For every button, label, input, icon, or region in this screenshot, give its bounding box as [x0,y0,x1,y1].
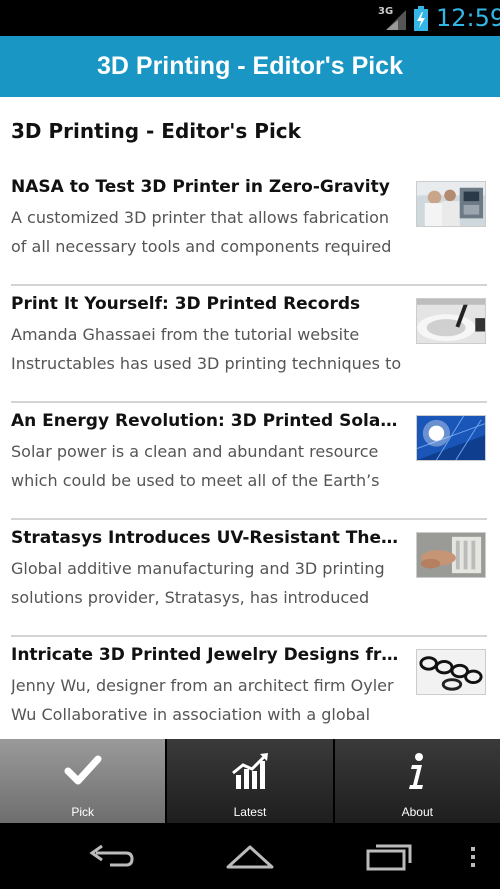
lab-photo-icon [416,181,486,227]
solar-panel-photo-icon [416,415,486,461]
article-description: Global additive manufacturing and 3D pri… [11,559,385,607]
article-title: An Energy Revolution: 3D Printed Solar P… [11,411,403,431]
section-title: 3D Printing - Editor's Pick [11,119,301,143]
info-icon [409,753,424,789]
checkmark-icon [64,755,102,785]
article-description: Amanda Ghassaei from the tutorial websit… [11,325,402,373]
content-area[interactable]: 3D Printing - Editor's Pick NASA to Test… [0,97,500,739]
system-nav-bar [0,823,500,889]
tab-label: Pick [71,805,94,819]
list-item[interactable]: Stratasys Introduces UV-Resistant Thermo… [0,520,500,637]
status-bar: 3G 12:59 [0,0,500,36]
article-title: Print It Yourself: 3D Printed Records [11,294,361,314]
clock: 12:59 [436,4,500,32]
jewelry-photo-icon [416,649,486,695]
list-item[interactable]: Intricate 3D Printed Jewelry Designs fro… [0,637,500,739]
article-description: A customized 3D printer that allows fabr… [11,208,392,256]
article-description: Solar power is a clean and abundant reso… [11,442,380,490]
bottom-tab-bar: Pick Latest About [0,739,500,823]
record-player-photo-icon [416,298,486,344]
printed-part-photo-icon [416,532,486,578]
tab-label: About [401,805,433,819]
article-title: Intricate 3D Printed Jewelry Designs fro… [11,645,403,665]
action-bar: 3D Printing - Editor's Pick [0,36,500,97]
home-icon[interactable] [224,841,276,871]
signal-icon [386,10,406,30]
tab-pick[interactable]: Pick [0,739,168,823]
recent-apps-icon[interactable] [364,841,416,871]
article-list[interactable]: NASA to Test 3D Printer in Zero-Gravity … [0,169,500,739]
list-item[interactable]: An Energy Revolution: 3D Printed Solar P… [0,403,500,520]
tab-latest[interactable]: Latest [167,739,335,823]
app-title: 3D Printing - Editor's Pick [97,52,403,80]
battery-charging-icon [414,6,428,31]
back-icon[interactable] [86,841,136,871]
menu-icon[interactable] [468,841,478,871]
article-description: Jenny Wu, designer from an architect fir… [11,676,394,724]
list-item[interactable]: Print It Yourself: 3D Printed Records Am… [0,286,500,403]
article-title: Stratasys Introduces UV-Resistant Thermo… [11,528,403,548]
article-title: NASA to Test 3D Printer in Zero-Gravity [11,177,390,197]
growth-chart-icon [232,753,268,789]
tab-label: Latest [233,805,267,819]
list-item[interactable]: NASA to Test 3D Printer in Zero-Gravity … [0,169,500,286]
tab-about[interactable]: About [334,739,500,823]
